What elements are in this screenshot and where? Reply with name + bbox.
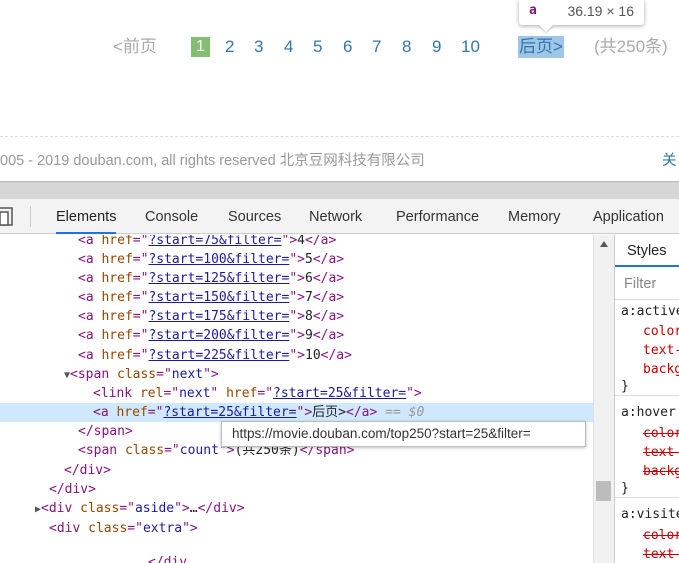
tab-memory[interactable]: Memory	[508, 199, 560, 234]
dom-href[interactable]: ?start=100&filter=	[148, 252, 289, 267]
dom-line[interactable]: <a href="?start=200&filter=">9</a>	[0, 326, 593, 345]
dom-line[interactable]: <a href="?start=225&filter=">10</a>	[0, 346, 593, 365]
page-link-2[interactable]: 2	[225, 36, 234, 58]
rule-property[interactable]: backg	[643, 362, 679, 377]
dom-text: </div	[148, 555, 188, 563]
rule-property[interactable]: color	[643, 426, 679, 441]
dom-line[interactable]: </div>	[0, 461, 593, 480]
dom-text: 5	[305, 252, 313, 267]
tab-elements[interactable]: Elements	[56, 199, 117, 234]
footer-divider	[0, 136, 679, 137]
devtools-tabbar: Elements Console Sources Network Perform…	[0, 199, 679, 234]
footer-link[interactable]: 关	[662, 149, 677, 170]
scroll-up-arrow-icon[interactable]	[600, 241, 608, 247]
copyright-text: 005 - 2019 douban.com, all rights reserv…	[0, 153, 425, 169]
page-link-3[interactable]: 3	[254, 36, 263, 58]
tab-application[interactable]: Application	[593, 199, 664, 234]
dom-line[interactable]: <div class="extra">	[0, 519, 593, 538]
rule-property[interactable]: text-	[643, 343, 679, 358]
rule-property[interactable]: color	[643, 324, 679, 339]
dom-text: 4	[297, 235, 305, 248]
dom-line[interactable]: <a href="?start=100&filter=">5</a>	[0, 250, 593, 269]
elements-scrollbar[interactable]	[593, 235, 614, 563]
page-count: (共250条)	[594, 37, 668, 56]
rule-close-brace: }	[621, 379, 629, 394]
dom-attr-value: aside	[134, 501, 175, 516]
tab-performance[interactable]: Performance	[396, 199, 479, 234]
rule-close-brace: }	[621, 481, 629, 496]
tab-styles[interactable]: Styles	[615, 235, 679, 267]
dom-attr-value: extra	[142, 521, 183, 536]
dom-href[interactable]: ?start=175&filter=	[148, 309, 289, 324]
rule-property[interactable]: color	[643, 528, 679, 543]
style-rule-visited: a:visite color text-	[615, 499, 679, 563]
selected-marker: == $0	[385, 405, 425, 420]
dom-href[interactable]: ?start=225&filter=	[148, 348, 289, 363]
rule-selector: a:hover	[621, 405, 676, 420]
dom-line[interactable]: ▼<span class="next">	[0, 365, 593, 384]
dom-line[interactable]: <a href="?start=125&filter=">6</a>	[0, 269, 593, 288]
dom-href[interactable]: ?start=25&filter=	[273, 386, 406, 401]
tooltip-tag: a	[529, 3, 537, 18]
styles-pane: Styles Filter a:active color text- backg…	[614, 235, 679, 563]
scrollbar-thumb[interactable]	[596, 481, 611, 501]
dom-text: 7	[305, 290, 313, 305]
rule-selector: a:visite	[621, 507, 679, 522]
tab-console[interactable]: Console	[145, 199, 198, 234]
dom-href[interactable]: ?start=200&filter=	[148, 328, 289, 343]
tooltip-arrow	[539, 25, 553, 32]
devtools-resize-handle[interactable]	[0, 181, 679, 199]
page-link-10[interactable]: 10	[461, 36, 480, 58]
dom-line[interactable]: ▶<div class="aside">…</div>	[0, 499, 593, 518]
page-link-5[interactable]: 5	[313, 36, 322, 58]
page-link-6[interactable]: 6	[343, 36, 352, 58]
dom-attr-value: count	[179, 443, 219, 458]
dom-line[interactable]: </div	[0, 553, 593, 563]
dom-line[interactable]: </div>	[0, 480, 593, 499]
dom-text: 10	[305, 348, 321, 363]
page-link-4[interactable]: 4	[284, 36, 293, 58]
dom-line[interactable]: <a href="?start=175&filter=">8</a>	[0, 307, 593, 326]
dom-line[interactable]: <link rel="next" href="?start=25&filter=…	[0, 384, 593, 403]
dom-attr-value: next	[179, 386, 211, 401]
inspect-tooltip: a 36.19 × 16	[519, 0, 644, 32]
tab-sources[interactable]: Sources	[228, 199, 281, 234]
dom-href[interactable]: ?start=150&filter=	[148, 290, 289, 305]
rule-selector: a:active	[621, 304, 679, 319]
dom-text: 9	[305, 328, 313, 343]
tooltip-size: 36.19 × 16	[567, 3, 634, 19]
webpage-region: <前页 1 2 3 4 5 6 7 8 9 10 后页> (共250条) 005…	[0, 0, 679, 181]
rule-property[interactable]: backg	[643, 464, 679, 479]
rule-property[interactable]: text-	[643, 547, 679, 562]
current-page: 1	[191, 37, 210, 57]
dom-line[interactable]: <a href="?start=75&filter=">4</a>	[0, 235, 593, 250]
dom-href[interactable]: ?start=125&filter=	[148, 271, 289, 286]
dom-text: 后页>	[312, 405, 346, 420]
tab-network[interactable]: Network	[309, 199, 362, 234]
elements-dom-tree[interactable]: <a href="?start=75&filter=">4</a> <a hre…	[0, 235, 593, 563]
dom-attr-value: next	[171, 367, 204, 382]
next-page-link[interactable]: 后页>	[518, 36, 564, 58]
link-url-tooltip: https://movie.douban.com/top250?start=25…	[221, 421, 586, 447]
rule-property[interactable]: text-	[643, 445, 679, 460]
dom-href[interactable]: ?start=25&filter=	[163, 405, 296, 420]
style-rule-hover: a:hover color text- backg }	[615, 397, 679, 498]
dom-line[interactable]: <a href="?start=150&filter=">7</a>	[0, 288, 593, 307]
page-link-7[interactable]: 7	[372, 36, 381, 58]
styles-filter-input[interactable]: Filter	[615, 268, 679, 300]
style-rule-active: a:active color text- backg }	[615, 300, 679, 396]
tabbar-separator	[30, 206, 31, 227]
styles-tabbar: Styles	[615, 235, 679, 267]
device-toolbar-icon[interactable]	[0, 207, 20, 226]
page-link-8[interactable]: 8	[402, 36, 411, 58]
prev-page-link: <前页	[113, 37, 157, 56]
dom-text: 6	[305, 271, 313, 286]
dom-text: 8	[305, 309, 313, 324]
page-link-9[interactable]: 9	[432, 36, 441, 58]
dom-href[interactable]: ?start=75&filter=	[148, 235, 281, 248]
dom-line-selected[interactable]: <a href="?start=25&filter=">后页></a> == $…	[0, 403, 593, 422]
